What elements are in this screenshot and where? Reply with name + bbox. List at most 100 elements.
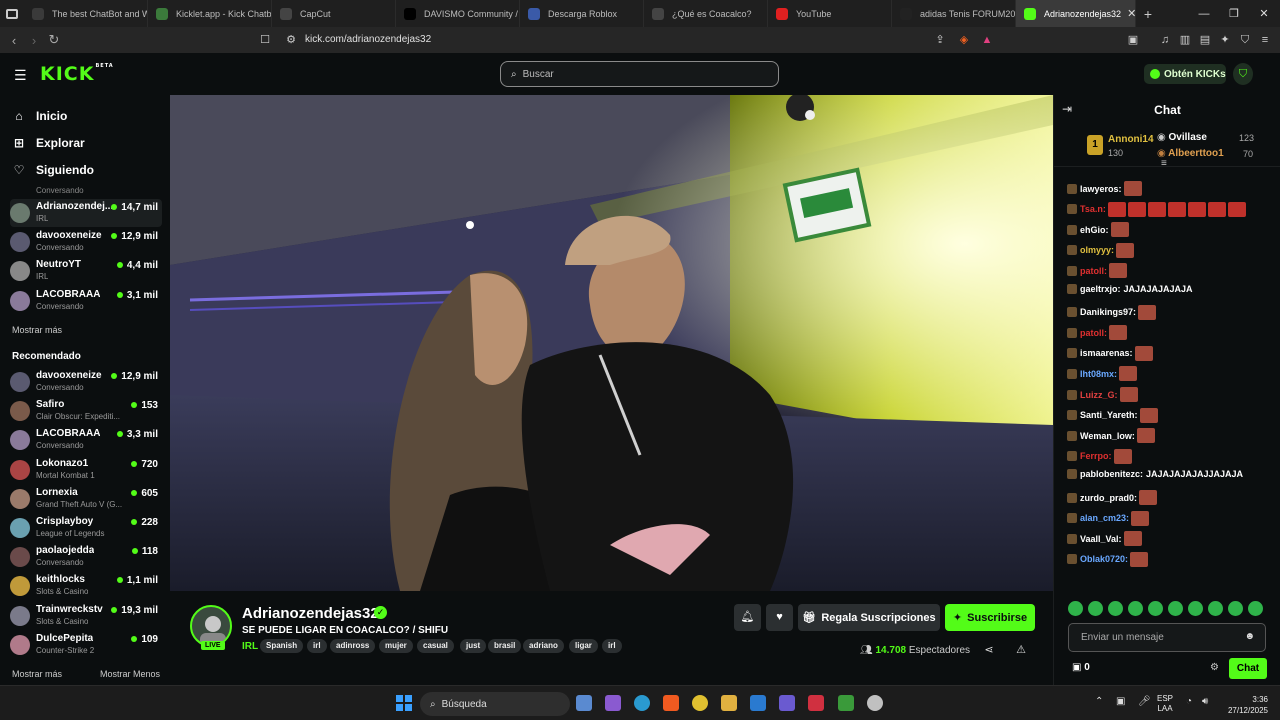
vscode-icon[interactable] (750, 695, 766, 711)
maximize-icon[interactable]: ❐ (1218, 0, 1250, 27)
browser-tab[interactable]: The best ChatBot and Wi (24, 0, 148, 27)
browser-tab[interactable]: Descarga Roblox (520, 0, 644, 27)
kick-logo[interactable]: KICKBETA (40, 63, 114, 85)
screenshot-icon[interactable]: ▣ (1126, 33, 1140, 47)
quick-emote-icon[interactable] (1148, 601, 1163, 616)
search-input[interactable]: ⌕ Buscar (500, 61, 779, 87)
stream-tag[interactable]: ligar (569, 639, 598, 653)
bookmark-icon[interactable]: ☐ (258, 33, 272, 47)
browser-tab[interactable]: YouTube (768, 0, 892, 27)
language-indicator[interactable]: ESP LAA (1157, 694, 1173, 714)
show-less-recommended[interactable]: Mostrar Menos (100, 669, 160, 679)
streamer-name[interactable]: Adrianozendejas32 (242, 605, 379, 622)
chat-username[interactable]: patoll: (1080, 266, 1107, 276)
edge-icon[interactable] (634, 695, 650, 711)
tray-chevron-icon[interactable]: ⌃ (1095, 696, 1103, 707)
browser-tab[interactable]: ¿Qué es Coacalco? (644, 0, 768, 27)
chat-username[interactable]: Danikings97: (1080, 307, 1136, 317)
report-icon[interactable]: ⚠ (1014, 643, 1028, 657)
sidebar-channel[interactable]: Trainwreckstv Slots & Casino 19,3 mil (10, 602, 162, 630)
quick-emote-icon[interactable] (1068, 601, 1083, 616)
nav-explore[interactable]: ⊞ Explorar (12, 136, 85, 150)
show-more-following[interactable]: Mostrar más (12, 325, 62, 335)
close-window-icon[interactable]: ✕ (1248, 0, 1280, 27)
quick-emote-icon[interactable] (1208, 601, 1223, 616)
chat-username[interactable]: patoll: (1080, 328, 1107, 338)
browser-tab[interactable]: CapCut (272, 0, 396, 27)
stream-tag[interactable]: adinross (330, 639, 376, 653)
emoji-icon[interactable]: ☻ (1244, 631, 1255, 642)
chat-username[interactable]: Oblak0720: (1080, 554, 1128, 564)
leo-icon[interactable]: ✦ (1218, 33, 1232, 47)
vpn-icon[interactable]: ⛉ (1238, 33, 1252, 47)
quick-emote-icon[interactable] (1128, 601, 1143, 616)
quick-emote-icon[interactable] (1088, 601, 1103, 616)
chrome-icon[interactable] (692, 695, 708, 711)
get-kicks-button[interactable]: Obtén KICKs (1144, 64, 1226, 84)
browser-tab[interactable]: DAVISMO Community / X (396, 0, 520, 27)
channel-points[interactable]: ▣ 0 (1072, 662, 1090, 673)
stream-tag[interactable]: Spanish (260, 639, 304, 653)
browser-tab[interactable]: adidas Tenis FORUM2000 (892, 0, 1016, 27)
chat-username[interactable]: gaeltrxjo: (1080, 284, 1121, 294)
sidebar-channel[interactable]: Crisplayboy League of Legends 228 (10, 514, 162, 542)
subscribe-button[interactable]: ✦ Suscribirse (945, 604, 1035, 631)
nav-following[interactable]: ♡ Siguiendo (12, 163, 94, 177)
settings-app-icon[interactable] (867, 695, 883, 711)
teams-icon[interactable] (779, 695, 795, 711)
file-explorer-icon[interactable] (721, 695, 737, 711)
sidebar-channel[interactable]: Safiro Clair Obscur: Expediti... 153 (10, 397, 162, 425)
stream-tag[interactable]: brasil (488, 639, 522, 653)
visual-studio-icon[interactable] (605, 695, 621, 711)
chat-settings-icon[interactable]: ⚙ (1210, 662, 1219, 673)
close-tab-icon[interactable]: ✕ (1121, 7, 1135, 20)
stream-tag[interactable]: irl (602, 639, 622, 653)
quick-emote-icon[interactable] (1188, 601, 1203, 616)
microphone-icon[interactable]: 🎤︎ (1138, 696, 1151, 707)
menu-icon[interactable]: ≡ (1258, 33, 1272, 47)
site-info-icon[interactable]: ⚙ (284, 33, 298, 47)
video-player[interactable] (170, 95, 1053, 591)
chat-username[interactable]: pablobenitezc: (1080, 469, 1143, 479)
quick-emote-icon[interactable] (1108, 601, 1123, 616)
chat-username[interactable]: ehGio: (1080, 225, 1109, 235)
minimize-icon[interactable]: — (1188, 0, 1220, 27)
sidebar-channel[interactable]: DulcePepita Counter-Strike 2 109 (10, 631, 162, 659)
volume-icon[interactable]: 🔊︎ (1202, 696, 1208, 707)
nvidia-icon[interactable] (838, 695, 854, 711)
windows-start-icon[interactable] (396, 695, 412, 711)
stream-tag[interactable]: just (460, 639, 487, 653)
music-icon[interactable]: ♫ (1158, 33, 1172, 47)
gift-subs-button[interactable]: 🎁︎ Regala Suscripciones (798, 604, 940, 631)
show-more-recommended[interactable]: Mostrar más (12, 669, 62, 679)
sidebar-channel[interactable]: Lornexia Grand Theft Auto V (G... 605 (10, 485, 162, 513)
chat-username[interactable]: Luizz_G: (1080, 390, 1118, 400)
quick-emote-icon[interactable] (1248, 601, 1263, 616)
browser-tab[interactable]: Adrianozendejas32 ✕ (1016, 0, 1136, 27)
chat-username[interactable]: olmyyy: (1080, 245, 1114, 255)
stream-tag[interactable]: mujer (379, 639, 413, 653)
share-icon[interactable]: ⇪ (933, 33, 947, 47)
back-icon[interactable]: ‹ (4, 33, 24, 48)
browser-tab[interactable]: Kicklet.app - Kick Chatbo (148, 0, 272, 27)
sidebar-channel[interactable]: Adrianozendej... IRL 14,7 mil (10, 199, 162, 227)
stream-tag[interactable]: irl (307, 639, 327, 653)
stream-tag[interactable]: casual (417, 639, 454, 653)
sidebar-channel[interactable]: LACOBRAAA Conversando 3,1 mil (10, 287, 162, 315)
url-field[interactable]: kick.com/adrianozendejas32 (305, 34, 431, 45)
forward-icon[interactable]: › (24, 33, 44, 48)
reload-icon[interactable]: ↻ (44, 32, 64, 48)
sidebar-toggle-icon[interactable]: ▥ (1178, 33, 1192, 47)
brave-shield-icon[interactable]: ◈ (957, 33, 971, 47)
chat-username[interactable]: Santi_Yareth: (1080, 410, 1138, 420)
share-icon[interactable]: ⋖ (982, 643, 996, 657)
sidebar-channel[interactable]: davooxeneize Conversando 12,9 mil (10, 368, 162, 396)
chat-username[interactable]: ismaarenas: (1080, 348, 1133, 358)
expand-leaderboard-icon[interactable]: ≡ (1161, 158, 1167, 169)
send-chat-button[interactable]: Chat (1229, 658, 1267, 679)
chat-username[interactable]: zurdo_prad0: (1080, 493, 1137, 503)
tray-app-icon[interactable]: ▣ (1116, 696, 1125, 707)
chat-input[interactable]: Enviar un mensaje ☻ (1068, 623, 1266, 652)
chat-username[interactable]: alan_cm23: (1080, 513, 1129, 523)
notification-bell-button[interactable]: 🔔︎ (734, 604, 761, 631)
